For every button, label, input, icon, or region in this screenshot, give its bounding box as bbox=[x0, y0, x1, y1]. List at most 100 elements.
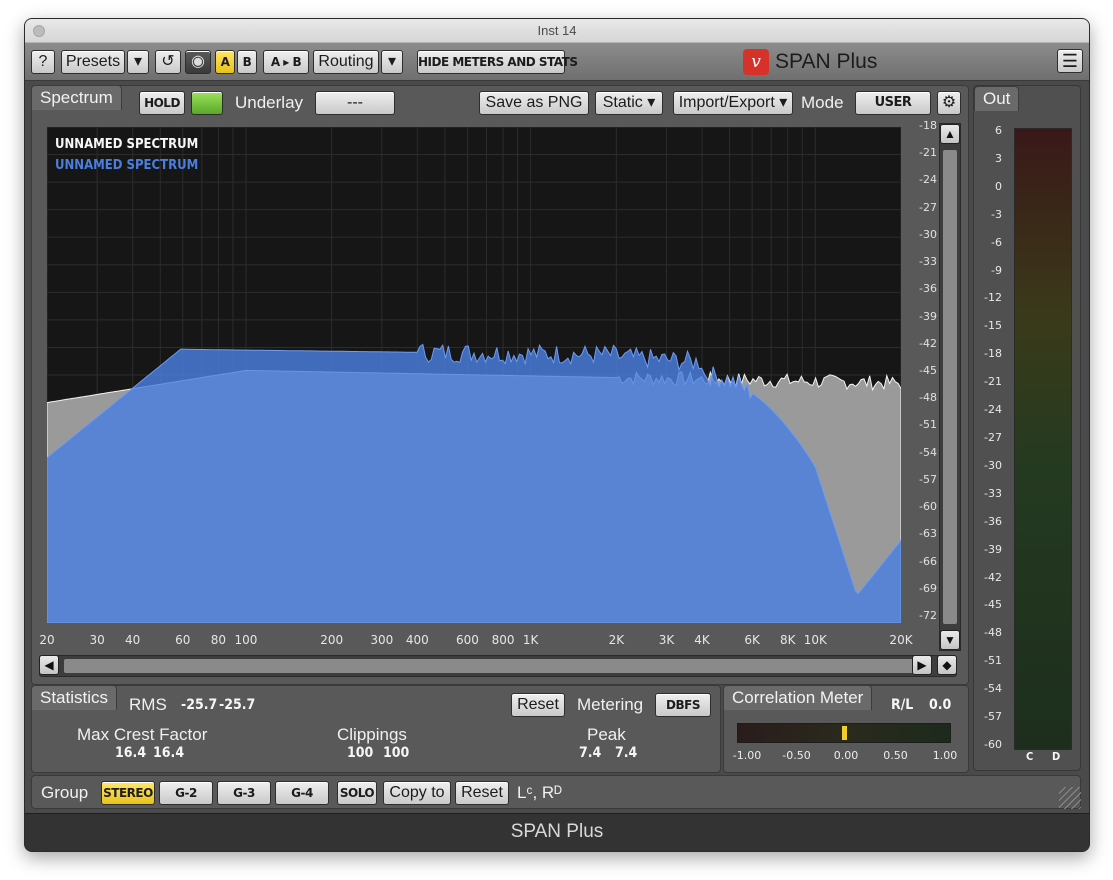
spectrum-plot bbox=[47, 127, 901, 623]
y-tick-label: -60 bbox=[919, 500, 937, 514]
copy-a-to-b-button[interactable]: A ▸ B bbox=[263, 50, 309, 74]
x-tick-label: 80 bbox=[210, 633, 227, 647]
tab-correlation[interactable]: Correlation Meter bbox=[723, 685, 873, 710]
metering-select[interactable]: DBFS bbox=[655, 693, 711, 717]
peak-left-value: 7.4 bbox=[579, 745, 602, 761]
scroll-right-icon[interactable]: ▶ bbox=[912, 655, 932, 675]
resize-grip-icon[interactable] bbox=[1059, 787, 1081, 809]
clippings-right-value: 100 bbox=[383, 745, 410, 761]
toolbar: ? Presets ▾ ↺ ◉ A B A ▸ B Routing ▾ HIDE… bbox=[25, 43, 1089, 81]
underlay-select[interactable]: --- bbox=[315, 91, 395, 115]
state-b-button[interactable]: B bbox=[237, 50, 257, 74]
help-button[interactable]: ? bbox=[31, 50, 55, 74]
close-window-button[interactable] bbox=[33, 25, 45, 37]
x-tick-label: 20 bbox=[39, 633, 55, 647]
meter-tick-label: -42 bbox=[984, 570, 1002, 584]
meter-tick-label: -9 bbox=[991, 263, 1002, 277]
stats-reset-button[interactable]: Reset bbox=[511, 693, 565, 717]
meter-tick-label: -24 bbox=[984, 403, 1002, 417]
footer-title: SPAN Plus bbox=[510, 821, 604, 842]
correlation-indicator bbox=[842, 726, 847, 740]
correlation-tick-label: 0.00 bbox=[833, 749, 859, 762]
legend-item-underlay: UNNAMED SPECTRUM bbox=[55, 137, 199, 152]
group-g4-button[interactable]: G-4 bbox=[275, 781, 329, 805]
static-dropdown[interactable]: Static ▾ bbox=[595, 91, 663, 115]
vertical-scroll-thumb[interactable] bbox=[943, 150, 957, 624]
x-tick-label: 10K bbox=[803, 633, 827, 647]
group-stereo-button[interactable]: STEREO bbox=[101, 781, 155, 805]
x-tick-label: 2K bbox=[608, 633, 625, 647]
tab-statistics[interactable]: Statistics bbox=[31, 685, 118, 710]
y-tick-label: -57 bbox=[919, 472, 937, 486]
y-tick-label: -45 bbox=[919, 364, 937, 377]
routing-button[interactable]: Routing bbox=[313, 50, 379, 74]
brand-name: SPAN Plus bbox=[775, 50, 878, 73]
x-tick-label: 30 bbox=[89, 633, 105, 647]
rms-right-value: -25.7 bbox=[219, 697, 256, 713]
x-tick-label: 60 bbox=[175, 633, 191, 647]
meter-tick-label: -33 bbox=[984, 486, 1002, 500]
power-icon[interactable]: ◉ bbox=[185, 50, 211, 74]
group-g3-button[interactable]: G-3 bbox=[217, 781, 271, 805]
x-tick-label: 800 bbox=[491, 633, 515, 647]
solo-button[interactable]: SOLO bbox=[337, 781, 377, 805]
meter-tick-label: -51 bbox=[984, 654, 1002, 668]
peak-label: Peak bbox=[587, 725, 626, 744]
mode-select[interactable]: USER bbox=[855, 91, 931, 115]
mode-label: Mode bbox=[801, 93, 844, 112]
y-tick-label: -48 bbox=[919, 391, 937, 405]
x-tick-label: 600 bbox=[456, 633, 479, 647]
correlation-meter-bar bbox=[737, 723, 951, 743]
legend-item-main: UNNAMED SPECTRUM bbox=[55, 158, 199, 173]
state-a-button[interactable]: A bbox=[215, 50, 235, 74]
footer: SPAN Plus bbox=[25, 813, 1089, 851]
group-g2-button[interactable]: G-2 bbox=[159, 781, 213, 805]
scroll-up-icon[interactable]: ▲ bbox=[940, 124, 960, 144]
y-tick-label: -51 bbox=[919, 418, 937, 432]
scroll-left-icon[interactable]: ◀ bbox=[39, 655, 59, 675]
hold-indicator[interactable] bbox=[191, 91, 223, 115]
hold-button[interactable]: HOLD bbox=[139, 91, 185, 115]
rms-label: RMS bbox=[129, 695, 167, 714]
vertical-scrollbar[interactable]: ▲ ▼ bbox=[939, 123, 961, 651]
copy-to-button[interactable]: Copy to bbox=[383, 781, 451, 805]
meter-tick-label: -54 bbox=[984, 682, 1002, 696]
horizontal-scrollbar[interactable]: ◀ ▶ ◆ bbox=[39, 655, 957, 677]
presets-button[interactable]: Presets bbox=[61, 50, 125, 74]
y-axis-ticks: -18 -21 -24 -27 -30 -33 -36 -39 -42 -45 -48 -51 -54 -… bbox=[907, 119, 937, 629]
meter-tick-label: -3 bbox=[991, 207, 1002, 221]
y-tick-label: -63 bbox=[919, 527, 937, 541]
undo-icon[interactable]: ↺ bbox=[155, 50, 181, 74]
underlay-label: Underlay bbox=[235, 93, 304, 112]
import-export-dropdown[interactable]: Import/Export ▾ bbox=[673, 91, 793, 115]
crest-left-value: 16.4 bbox=[115, 745, 147, 761]
meter-tick-label: -6 bbox=[991, 235, 1002, 249]
output-level-meter bbox=[1014, 128, 1072, 750]
meter-tick-label: 3 bbox=[995, 151, 1002, 165]
group-label: Group bbox=[41, 783, 89, 802]
zoom-reset-icon[interactable]: ◆ bbox=[937, 655, 957, 675]
tab-spectrum[interactable]: Spectrum bbox=[31, 85, 122, 110]
save-png-button[interactable]: Save as PNG bbox=[479, 91, 589, 115]
meter-tick-label: -45 bbox=[984, 598, 1002, 612]
x-tick-label: 400 bbox=[405, 633, 429, 647]
presets-dropdown-icon[interactable]: ▾ bbox=[127, 50, 149, 74]
scroll-down-icon[interactable]: ▼ bbox=[940, 630, 960, 650]
tab-out[interactable]: Out bbox=[974, 86, 1020, 111]
hide-meters-button[interactable]: HIDE METERS AND STATS bbox=[417, 50, 578, 74]
group-reset-button[interactable]: Reset bbox=[455, 781, 509, 805]
spectrum-graph[interactable]: UNNAMED SPECTRUM UNNAMED SPECTRUM bbox=[47, 127, 901, 623]
settings-gear-icon[interactable]: ⚙ bbox=[937, 91, 961, 115]
x-tick-label: 3K bbox=[658, 633, 675, 647]
y-tick-label: -30 bbox=[919, 227, 937, 241]
x-tick-label: 40 bbox=[125, 633, 141, 647]
meter-tick-label: -12 bbox=[984, 291, 1002, 305]
window-title: Inst 14 bbox=[537, 23, 577, 38]
meter-channel-c: C bbox=[1026, 750, 1034, 763]
x-tick-label: 4K bbox=[694, 633, 710, 647]
horizontal-scroll-thumb[interactable] bbox=[64, 659, 914, 673]
main-menu-icon[interactable]: ☰ bbox=[1057, 49, 1083, 73]
routing-dropdown-icon[interactable]: ▾ bbox=[381, 50, 403, 74]
clippings-left-value: 100 bbox=[347, 745, 374, 761]
correlation-tick-label: -1.00 bbox=[732, 749, 762, 762]
